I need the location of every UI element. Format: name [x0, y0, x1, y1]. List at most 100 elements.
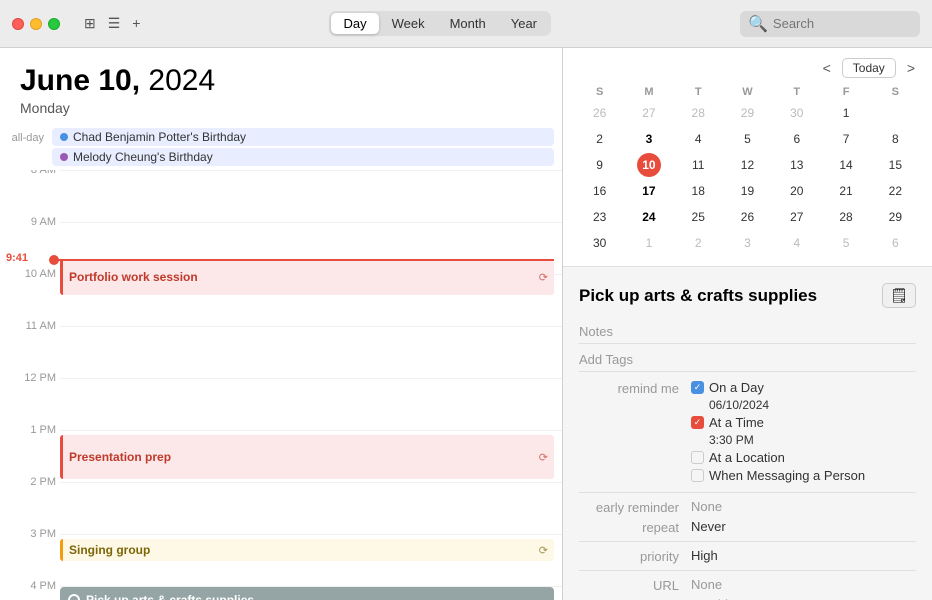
- cal-day-1-next[interactable]: 1: [637, 231, 661, 255]
- detail-url-row: URL None: [579, 577, 916, 593]
- detail-note-button[interactable]: 🗒: [882, 283, 916, 308]
- event-presentation[interactable]: Presentation prep ⟳: [60, 435, 554, 479]
- day-header-t2: T: [772, 84, 821, 100]
- cal-day-17[interactable]: 17: [637, 179, 661, 203]
- at-a-time-value: 3:30 PM: [691, 433, 916, 447]
- cal-day-5-next[interactable]: 5: [834, 231, 858, 255]
- cal-day-29-prev[interactable]: 29: [735, 101, 759, 125]
- cal-day-27[interactable]: 27: [785, 205, 809, 229]
- cal-day-11[interactable]: 11: [686, 153, 710, 177]
- detail-priority-row: priority High: [579, 548, 916, 564]
- current-time-label: 9:41: [4, 251, 30, 265]
- view-week-button[interactable]: Week: [380, 13, 437, 34]
- early-reminder-value[interactable]: None: [691, 499, 916, 514]
- cal-day-7[interactable]: 7: [834, 127, 858, 151]
- detail-repeat-row: repeat Never: [579, 519, 916, 535]
- cal-day-2[interactable]: 2: [588, 127, 612, 151]
- cal-day-2-next[interactable]: 2: [686, 231, 710, 255]
- cal-day-6-next[interactable]: 6: [883, 231, 907, 255]
- add-icon[interactable]: +: [132, 15, 140, 32]
- detail-tags[interactable]: Add Tags: [579, 348, 916, 372]
- event-pickup-title: Pick up arts & crafts supplies: [86, 593, 254, 600]
- at-a-time-checkbox[interactable]: ✓: [691, 416, 704, 429]
- detail-remind-content: ✓ On a Day 06/10/2024 ✓ At a Time 3:30 P…: [691, 380, 916, 486]
- search-input[interactable]: [773, 16, 912, 31]
- current-time-line: [52, 259, 554, 261]
- cal-day-3[interactable]: 3: [637, 127, 661, 151]
- view-year-button[interactable]: Year: [499, 13, 549, 34]
- cal-day-21[interactable]: 21: [834, 179, 858, 203]
- cal-day-29[interactable]: 29: [883, 205, 907, 229]
- right-pane: < Today > S M T W T F S 26 27 28 29 30 1: [562, 48, 932, 600]
- view-day-button[interactable]: Day: [331, 13, 378, 34]
- detail-notes[interactable]: Notes: [579, 320, 916, 344]
- cal-day-1[interactable]: 1: [834, 101, 858, 125]
- on-a-day-checkbox[interactable]: ✓: [691, 381, 704, 394]
- when-messaging-label: When Messaging a Person: [709, 468, 865, 483]
- sidebar-toggle-icon[interactable]: ⊞: [84, 15, 96, 32]
- cal-day-26-prev[interactable]: 26: [588, 101, 612, 125]
- inbox-icon[interactable]: ☰: [108, 15, 121, 32]
- allday-dot-0: [60, 133, 68, 141]
- time-label-2pm: 2 PM: [8, 476, 56, 488]
- cal-day-19[interactable]: 19: [735, 179, 759, 203]
- cal-day-20[interactable]: 20: [785, 179, 809, 203]
- cal-day-10[interactable]: 10: [637, 153, 661, 177]
- event-singing[interactable]: Singing group ⟳: [60, 539, 554, 561]
- detail-early-reminder-row: early reminder None: [579, 499, 916, 515]
- event-portfolio[interactable]: Portfolio work session ⟳: [60, 259, 554, 295]
- cal-day-28[interactable]: 28: [834, 205, 858, 229]
- cal-day-26[interactable]: 26: [735, 205, 759, 229]
- today-button[interactable]: Today: [842, 58, 896, 78]
- day-header-m: M: [624, 84, 673, 100]
- cal-day-18[interactable]: 18: [686, 179, 710, 203]
- allday-event-0[interactable]: Chad Benjamin Potter's Birthday: [52, 128, 554, 146]
- cal-day-14[interactable]: 14: [834, 153, 858, 177]
- cal-day-30-prev[interactable]: 30: [785, 101, 809, 125]
- view-month-button[interactable]: Month: [438, 13, 498, 34]
- cal-day-8[interactable]: 8: [883, 127, 907, 151]
- slot-2pm: 2 PM: [60, 482, 562, 534]
- date-header: June 10, 2024 Monday: [0, 48, 562, 124]
- cal-day-3-next[interactable]: 3: [735, 231, 759, 255]
- event-pickup[interactable]: Pick up arts & crafts supplies: [60, 587, 554, 600]
- cal-day-28-prev[interactable]: 28: [686, 101, 710, 125]
- cal-day-22[interactable]: 22: [883, 179, 907, 203]
- time-grid: 8 AM 9 AM 9:41 Portfolio work session ⟳ …: [0, 170, 562, 600]
- priority-value[interactable]: High: [691, 548, 916, 563]
- next-month-button[interactable]: >: [902, 58, 920, 78]
- at-a-time-label: At a Time: [709, 415, 764, 430]
- when-messaging-checkbox[interactable]: [691, 469, 704, 482]
- event-pickup-circle-icon: [68, 594, 80, 600]
- cal-day-6[interactable]: 6: [785, 127, 809, 151]
- allday-title-1: Melody Cheung's Birthday: [73, 150, 213, 164]
- at-a-location-row: At a Location: [691, 450, 916, 465]
- at-a-location-checkbox[interactable]: [691, 451, 704, 464]
- url-value[interactable]: None: [691, 577, 916, 592]
- event-singing-title: Singing group: [69, 543, 150, 557]
- cal-day-12[interactable]: 12: [735, 153, 759, 177]
- cal-day-4-next[interactable]: 4: [785, 231, 809, 255]
- titlebar: ⊞ ☰ + Day Week Month Year 🔍: [0, 0, 932, 48]
- cal-day-13[interactable]: 13: [785, 153, 809, 177]
- cal-day-24[interactable]: 24: [637, 205, 661, 229]
- allday-event-1[interactable]: Melody Cheung's Birthday: [52, 148, 554, 166]
- cal-day-16[interactable]: 16: [588, 179, 612, 203]
- search-box[interactable]: 🔍: [740, 11, 920, 37]
- event-portfolio-title: Portfolio work session: [69, 270, 198, 284]
- cal-day-27-prev[interactable]: 27: [637, 101, 661, 125]
- cal-day-9[interactable]: 9: [588, 153, 612, 177]
- cal-day-30[interactable]: 30: [588, 231, 612, 255]
- cal-day-23[interactable]: 23: [588, 205, 612, 229]
- close-button[interactable]: [12, 18, 24, 30]
- cal-day-5[interactable]: 5: [735, 127, 759, 151]
- slot-1pm: 1 PM Presentation prep ⟳: [60, 430, 562, 482]
- repeat-value[interactable]: Never: [691, 519, 916, 534]
- cal-day-4[interactable]: 4: [686, 127, 710, 151]
- cal-day-25[interactable]: 25: [686, 205, 710, 229]
- maximize-button[interactable]: [48, 18, 60, 30]
- prev-month-button[interactable]: <: [818, 58, 836, 78]
- minimize-button[interactable]: [30, 18, 42, 30]
- cal-day-15[interactable]: 15: [883, 153, 907, 177]
- detail-remind-row: remind me ✓ On a Day 06/10/2024 ✓ At a T…: [579, 380, 916, 486]
